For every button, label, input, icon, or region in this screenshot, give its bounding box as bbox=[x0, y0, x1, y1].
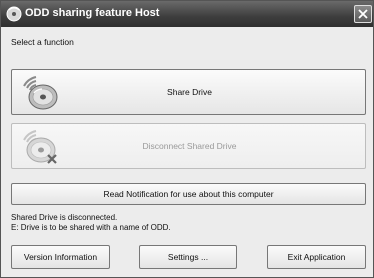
version-information-button[interactable]: Version Information bbox=[11, 245, 110, 269]
status-line-2: E: Drive is to be shared with a name of … bbox=[11, 223, 171, 232]
window-title: ODD sharing feature Host bbox=[25, 7, 160, 19]
share-drive-button[interactable]: Share Drive bbox=[11, 69, 366, 115]
close-button[interactable] bbox=[354, 5, 372, 23]
close-icon bbox=[358, 9, 368, 19]
select-function-label: Select a function bbox=[11, 37, 74, 47]
read-notification-button[interactable]: Read Notification for use about this com… bbox=[11, 183, 366, 205]
settings-button[interactable]: Settings ... bbox=[139, 245, 237, 269]
exit-application-button[interactable]: Exit Application bbox=[267, 245, 366, 269]
status-text: Shared Drive is disconnected. E: Drive i… bbox=[11, 213, 171, 233]
status-line-1: Shared Drive is disconnected. bbox=[11, 213, 118, 222]
app-icon bbox=[6, 6, 22, 22]
title-bar[interactable]: ODD sharing feature Host bbox=[1, 1, 373, 27]
app-window: ODD sharing feature Host Select a functi… bbox=[0, 0, 374, 278]
disconnect-shared-drive-button[interactable]: Disconnect Shared Drive bbox=[11, 123, 366, 169]
share-drive-label: Share Drive bbox=[167, 87, 212, 97]
disconnect-shared-drive-label: Disconnect Shared Drive bbox=[142, 141, 237, 151]
